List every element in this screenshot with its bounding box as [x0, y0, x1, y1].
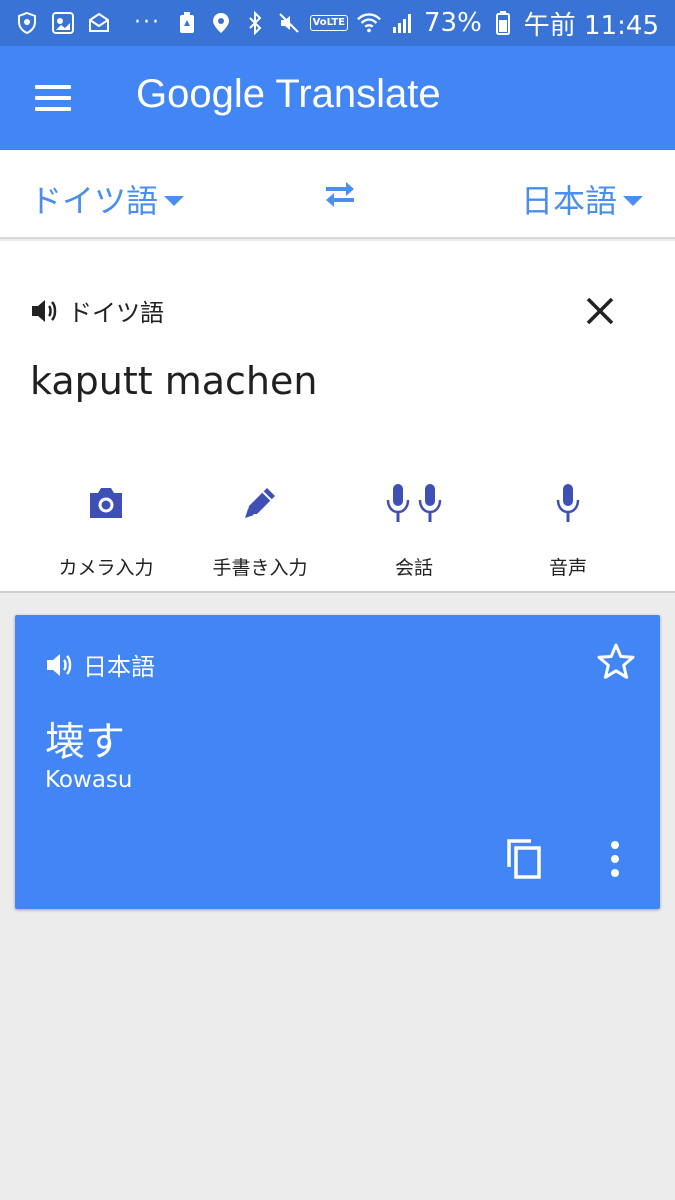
pen-icon [245, 488, 275, 518]
target-language-caption: 日本語 [83, 653, 155, 681]
app-title: Google Translate [136, 72, 441, 117]
source-language-selector[interactable]: ドイツ語 [30, 176, 185, 222]
source-speak-button[interactable]: ドイツ語 [30, 293, 164, 328]
copy-button[interactable] [501, 835, 547, 881]
voice-input-button[interactable]: 音声 [493, 479, 643, 580]
star-icon [597, 643, 635, 679]
input-tools: カメラ入力 手書き入力 会話 音声 [0, 479, 675, 579]
speaker-icon [32, 299, 57, 322]
source-language-label: ドイツ語 [30, 182, 159, 220]
location-icon [208, 10, 234, 36]
bluetooth-icon [242, 10, 268, 36]
dropdown-arrow-icon [164, 196, 185, 206]
volte-badge: VoLTE [309, 15, 348, 31]
swap-icon [326, 182, 354, 207]
conversation-label: 会話 [394, 557, 433, 579]
copy-icon [507, 839, 541, 879]
translation-result-card[interactable]: 日本語 壊す Kowasu [15, 615, 660, 909]
battery-icon [490, 10, 516, 36]
wifi-icon [356, 10, 382, 36]
app-notification-icon [50, 10, 76, 36]
battery-saver-icon [174, 10, 200, 36]
handwriting-input-label: 手書き入力 [212, 557, 308, 579]
speaker-icon [47, 653, 72, 676]
app-bar: Google Translate [0, 46, 675, 150]
dual-mic-icon [386, 484, 442, 522]
source-language-caption: ドイツ語 [68, 299, 164, 327]
target-speak-button[interactable]: 日本語 [45, 647, 155, 682]
menu-button[interactable] [26, 78, 80, 118]
battery-percent: 73% [424, 8, 482, 38]
close-icon [586, 297, 614, 325]
clear-input-button[interactable] [578, 289, 622, 333]
target-language-label: 日本語 [520, 182, 617, 220]
more-vert-icon [611, 841, 619, 849]
language-bar: ドイツ語 日本語 [0, 150, 675, 239]
app-title-translate: Translate [275, 72, 441, 116]
status-bar: ··· VoLTE 73% 午前 11:45 [0, 0, 675, 46]
translation-text: 壊す [45, 719, 125, 765]
clock: 午前 11:45 [523, 10, 659, 41]
signal-icon [390, 10, 416, 36]
save-phrase-button[interactable] [595, 641, 637, 683]
voice-input-label: 音声 [548, 557, 587, 579]
input-card: ドイツ語 kaputt machen カメラ入力 手書き入力 会話 音声 [0, 241, 675, 593]
camera-input-label: カメラ入力 [58, 557, 154, 579]
mute-icon [276, 10, 302, 36]
dropdown-arrow-icon [623, 196, 643, 206]
handwriting-input-button[interactable]: 手書き入力 [185, 479, 335, 580]
source-text-input[interactable]: kaputt machen [30, 359, 317, 403]
more-options-button[interactable] [603, 837, 627, 881]
menu-icon [35, 85, 71, 89]
app-title-google: Google [136, 72, 265, 116]
shield-icon [14, 10, 40, 36]
conversation-button[interactable]: 会話 [339, 479, 489, 580]
camera-icon [90, 488, 122, 518]
mail-icon [86, 10, 112, 36]
camera-input-button[interactable]: カメラ入力 [31, 479, 181, 580]
target-language-selector[interactable]: 日本語 [521, 176, 643, 222]
romanization-text: Kowasu [45, 767, 133, 793]
swap-languages-button[interactable] [320, 176, 360, 212]
mic-icon [556, 484, 580, 522]
more-notifications-icon: ··· [134, 10, 161, 35]
